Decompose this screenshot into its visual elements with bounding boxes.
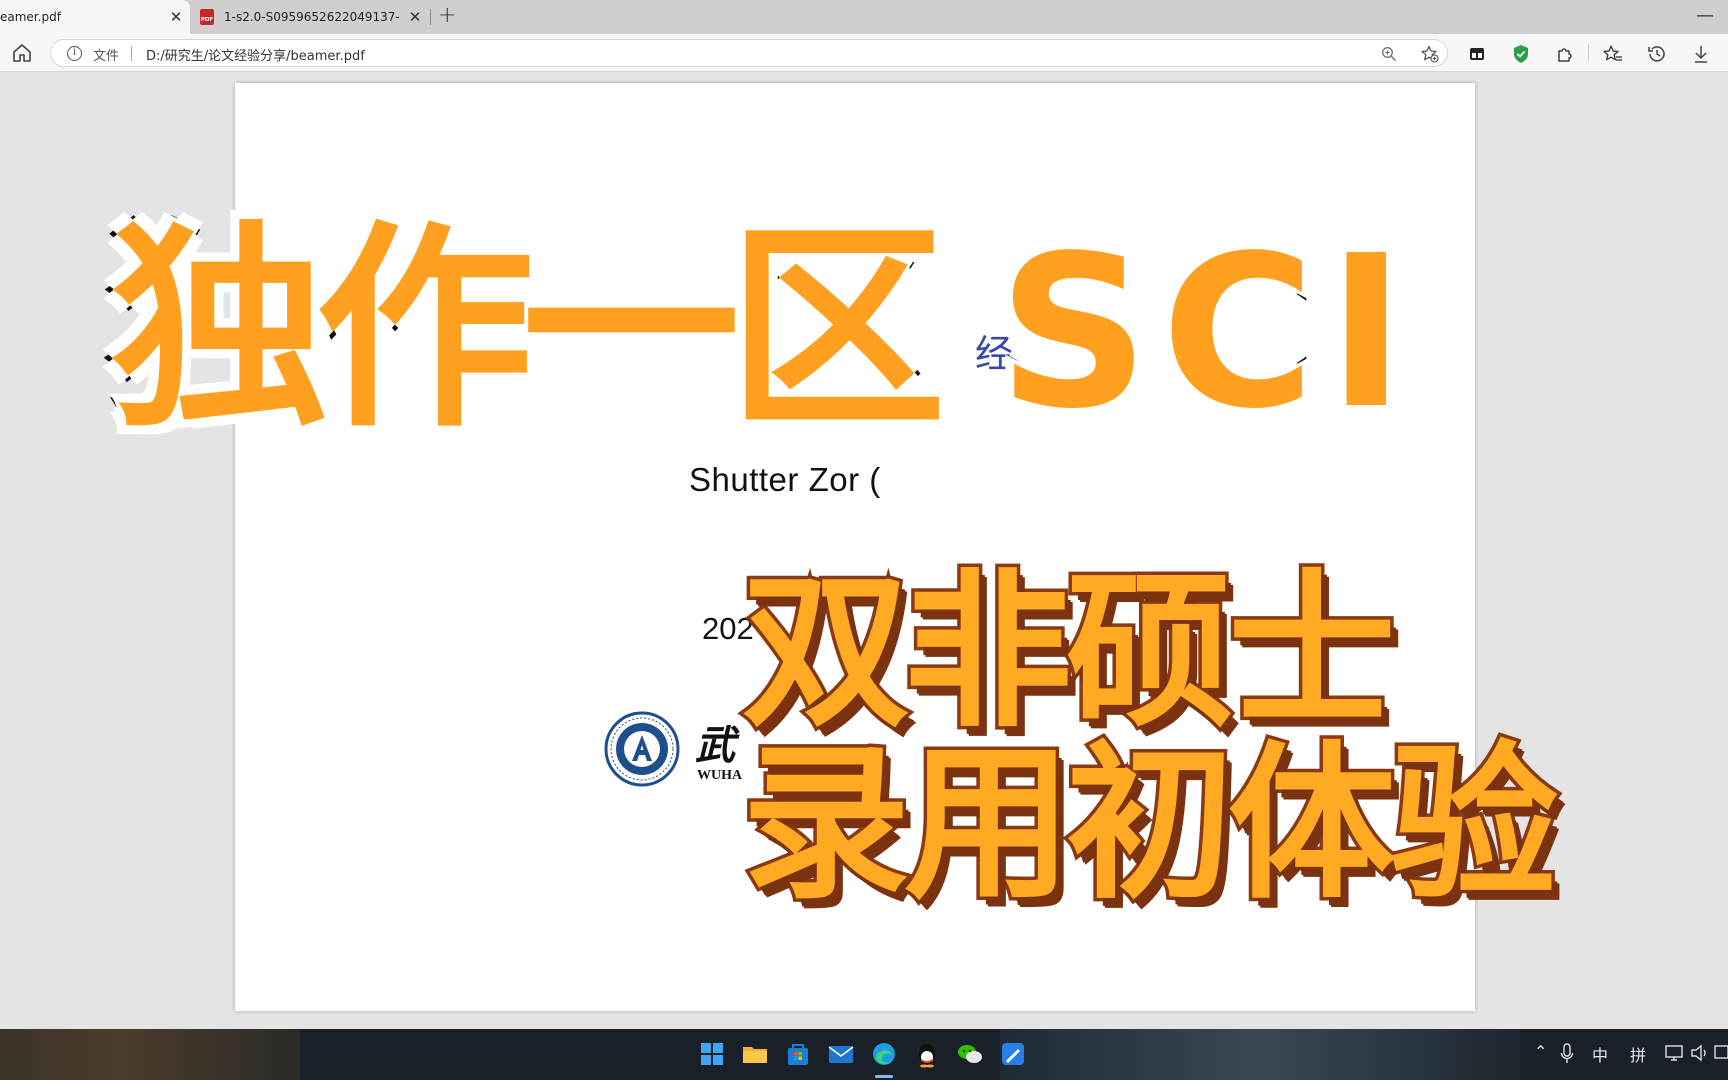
tab-strip: eamer.pdf ✕ PDF 1-s2.0-S0959652622049137… <box>0 0 1728 34</box>
collections-icon[interactable] <box>1466 43 1488 65</box>
security-label: 文件 <box>93 49 120 64</box>
toolbar-divider <box>1588 44 1589 62</box>
store-icon[interactable] <box>783 1039 813 1069</box>
university-logo-en: WUHA <box>697 768 743 783</box>
network-icon[interactable] <box>1664 1044 1684 1062</box>
taskbar-wallpaper <box>0 1029 300 1080</box>
extensions-icon[interactable] <box>1553 43 1575 65</box>
tray-expand-icon[interactable]: ⌃ <box>1534 1042 1547 1061</box>
browser-toolbar: i 文件 D:/研究生/论文经验分享/beamer.pdf <box>0 34 1728 72</box>
overlay-subtitle-2: 录用初体验 <box>739 726 1562 922</box>
tab-science-pdf[interactable]: PDF 1-s2.0-S0959652622049137-ma ✕ <box>200 0 425 34</box>
edge-icon[interactable] <box>869 1039 899 1069</box>
explorer-icon[interactable] <box>740 1039 770 1069</box>
taskbar: ⌃ 中 拼 <box>0 1029 1728 1080</box>
tab-title: eamer.pdf <box>0 10 61 24</box>
ime-mode[interactable]: 拼 <box>1630 1042 1646 1066</box>
app-icon[interactable] <box>998 1039 1028 1069</box>
wechat-icon[interactable] <box>955 1039 985 1069</box>
pdf-file-icon: PDF <box>200 9 214 25</box>
start-icon[interactable] <box>697 1039 727 1069</box>
university-seal-logo <box>604 711 680 787</box>
shield-icon[interactable] <box>1510 43 1532 65</box>
download-icon[interactable] <box>1690 43 1712 65</box>
close-tab-icon[interactable]: ✕ <box>166 8 186 26</box>
minimize-button[interactable]: — <box>1696 5 1714 26</box>
favorite-add-icon[interactable] <box>1421 45 1439 63</box>
history-icon[interactable] <box>1646 43 1668 65</box>
new-tab-button[interactable]: + <box>438 3 456 28</box>
taskbar-wallpaper <box>1000 1029 1520 1080</box>
address-bar[interactable]: i 文件 D:/研究生/论文经验分享/beamer.pdf <box>50 39 1448 67</box>
info-icon[interactable]: i <box>67 46 82 61</box>
tab-divider <box>430 9 431 25</box>
overlay-headline-cn: 独作一区 <box>106 204 951 457</box>
close-tab-icon[interactable]: ✕ <box>405 8 425 26</box>
zoom-icon[interactable] <box>1381 46 1397 62</box>
mail-icon[interactable] <box>826 1039 856 1069</box>
favorites-icon[interactable] <box>1602 43 1624 65</box>
overlay-subtitle-1: 双非硕士 <box>739 554 1400 750</box>
ime-language[interactable]: 中 <box>1592 1042 1608 1066</box>
qq-icon[interactable] <box>912 1039 942 1069</box>
tab-beamer-pdf[interactable]: eamer.pdf ✕ <box>0 0 190 34</box>
notification-icon[interactable] <box>1714 1044 1728 1062</box>
overlay-headline: 独作一区 SCI <box>106 217 1417 444</box>
volume-icon[interactable] <box>1690 1044 1710 1062</box>
overlay-headline-sci: SCI <box>993 210 1418 455</box>
tab-title: 1-s2.0-S0959652622049137-ma <box>224 10 399 24</box>
home-icon[interactable] <box>10 42 34 64</box>
university-logo-cn: 武 <box>695 722 735 769</box>
pdf-author: Shutter Zor ( <box>689 461 881 498</box>
url-text[interactable]: D:/研究生/论文经验分享/beamer.pdf <box>146 45 365 64</box>
active-app-indicator <box>875 1075 893 1078</box>
address-divider <box>131 46 132 61</box>
microphone-icon[interactable] <box>1560 1043 1574 1065</box>
